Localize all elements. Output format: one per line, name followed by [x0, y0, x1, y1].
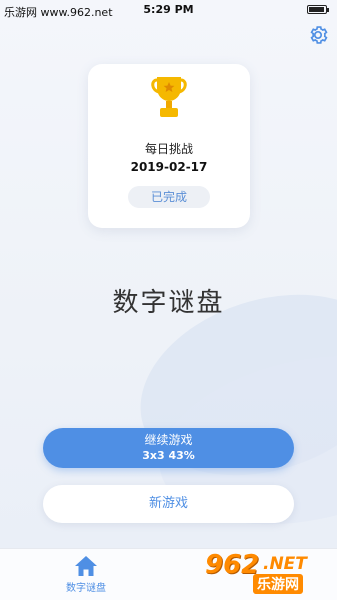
status-badge: 已完成 [128, 186, 210, 208]
watermark-logo-suffix: .NET [263, 554, 307, 574]
app-screen: 乐游网 www.962.net 5:29 PM 每日挑战 2019-02-17 … [0, 0, 337, 600]
battery-icon [307, 5, 329, 14]
gear-icon [310, 26, 328, 44]
daily-challenge-title: 每日挑战 [144, 142, 193, 156]
status-time: 5:29 PM [143, 3, 194, 16]
daily-challenge-date: 2019-02-17 [130, 160, 208, 174]
daily-challenge-card[interactable]: 每日挑战 2019-02-17 已完成 [88, 64, 250, 228]
watermark-logo-number: 962 [205, 550, 260, 580]
trophy-icon [151, 77, 187, 117]
new-game-button[interactable]: 新游戏 [43, 485, 294, 523]
tab-home[interactable]: 数字谜盘 [56, 555, 116, 599]
home-icon [75, 556, 97, 576]
continue-game-button[interactable]: 继续游戏 3x3 43% [43, 428, 294, 468]
page-title: 数字谜盘 [112, 288, 225, 318]
watermark-logo: 962 .NET 乐游网 [201, 548, 333, 596]
watermark-logo-name: 乐游网 [253, 574, 303, 594]
continue-game-progress: 3x3 43% [142, 449, 195, 462]
settings-button[interactable] [307, 24, 329, 46]
continue-game-label: 继续游戏 [144, 433, 193, 447]
tab-home-label: 数字谜盘 [66, 583, 106, 594]
status-bar: 乐游网 www.962.net 5:29 PM [0, 0, 337, 20]
